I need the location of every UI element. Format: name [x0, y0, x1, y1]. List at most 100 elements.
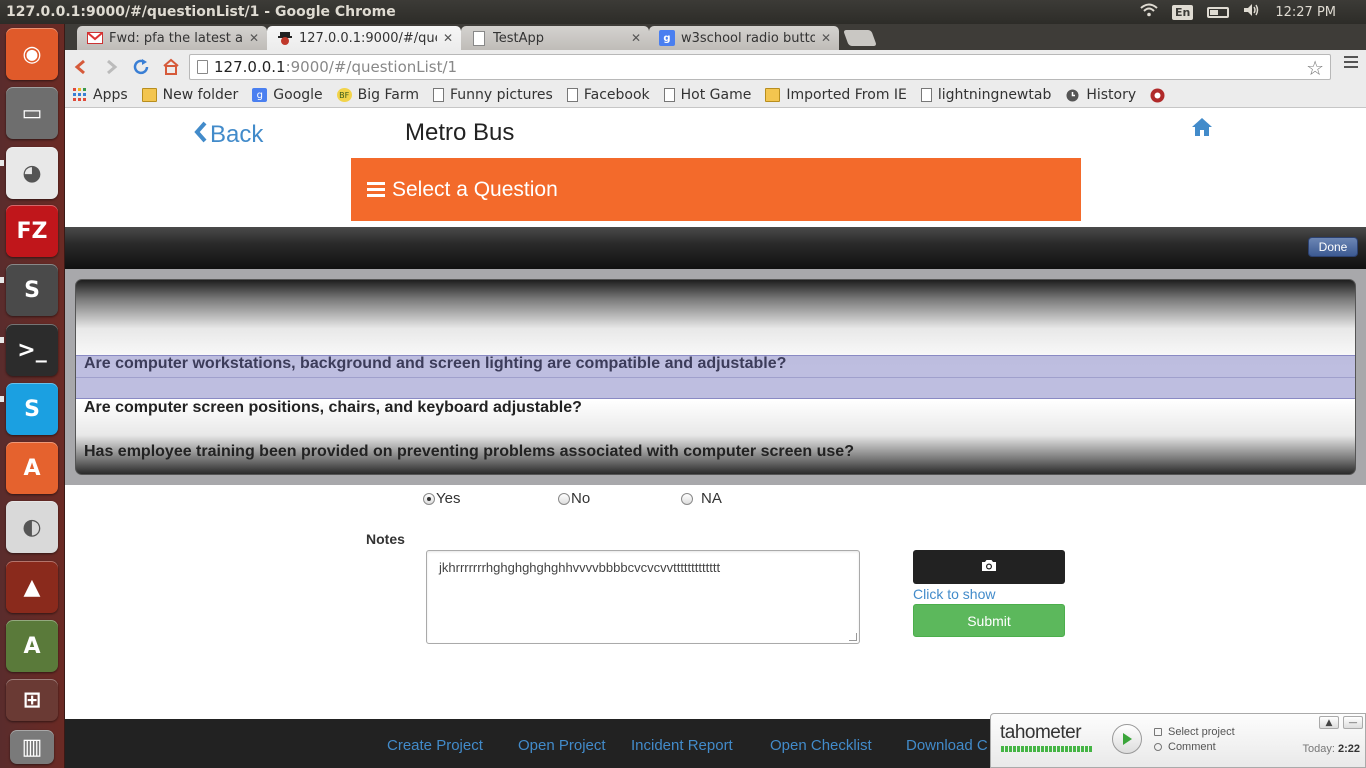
notes-textarea[interactable]: jkhrrrrrrrhghghghghghhvvvvbbbbcvcvcvvttt…	[426, 550, 860, 644]
bookmark-lightningnewtab[interactable]: lightningnewtab	[920, 87, 1052, 103]
clock-icon	[1065, 88, 1080, 102]
done-button[interactable]: Done	[1308, 237, 1358, 257]
camera-button[interactable]	[913, 550, 1065, 584]
chrome-icon[interactable]: ◕	[6, 147, 58, 199]
answer-no[interactable]: No	[558, 490, 590, 507]
close-tab-icon[interactable]: ✕	[249, 31, 259, 45]
browser-toolbar: 127.0.0.1:9000/#/questionList/1 ☆	[65, 50, 1366, 83]
bookmark-apps[interactable]: Apps	[72, 87, 128, 103]
close-tab-icon[interactable]: ✕	[443, 31, 453, 45]
footer-download[interactable]: Download C	[906, 737, 988, 754]
bookmark-imported-from-ie[interactable]: Imported From IE	[765, 87, 907, 103]
tab-current[interactable]: 127.0.0.1:9000/#/que ✕	[267, 26, 461, 50]
page-icon	[663, 88, 675, 102]
address-bar[interactable]: 127.0.0.1:9000/#/questionList/1 ☆	[189, 54, 1331, 80]
back-arrow-icon[interactable]	[67, 53, 95, 81]
ubuntu-dash-icon[interactable]: ◉	[6, 28, 58, 80]
tahometer-widget: tahometer Select project Comment Today: …	[990, 713, 1366, 768]
answer-na[interactable]: NA	[681, 490, 722, 507]
picker-option[interactable]: Are computer screen positions, chairs, a…	[84, 399, 582, 417]
skype-icon[interactable]: S	[6, 383, 58, 435]
select-question-bar[interactable]: Select a Question	[351, 158, 1081, 221]
bookmark-label: Apps	[93, 87, 128, 103]
notes-label: Notes	[366, 531, 405, 547]
clock[interactable]: 12:27 PM	[1275, 5, 1336, 20]
workspace-switcher-icon[interactable]: ⊞	[6, 679, 58, 721]
page-icon	[920, 88, 932, 102]
sublime-text-icon[interactable]: S	[6, 264, 58, 316]
keyboard-layout-indicator[interactable]: En	[1171, 4, 1194, 20]
bookmark-hot-game[interactable]: Hot Game	[663, 87, 751, 103]
bookmark-label: Imported From IE	[786, 87, 907, 103]
battery-icon[interactable]	[1207, 6, 1230, 18]
mysql-workbench-icon[interactable]: ◐	[6, 501, 58, 553]
web-page: Back Metro Bus Select a Question Done Ar…	[65, 109, 1366, 768]
footer-open-checklist[interactable]: Open Checklist	[770, 737, 872, 754]
bookmark-funny-pictures[interactable]: Funny pictures	[433, 87, 553, 103]
new-tab-button[interactable]	[843, 30, 877, 46]
answer-yes[interactable]: Yes	[423, 490, 460, 507]
reload-icon[interactable]	[127, 53, 155, 81]
chevron-left-icon	[194, 119, 208, 150]
terminal-icon[interactable]: >_	[6, 324, 58, 376]
software-center-icon[interactable]: A	[6, 442, 58, 494]
play-button[interactable]	[1112, 724, 1142, 754]
bookmark-label: New folder	[162, 87, 239, 103]
submit-button[interactable]: Submit	[913, 604, 1065, 637]
tab-testapp[interactable]: TestApp ✕	[461, 26, 649, 50]
bookmark-big-farm[interactable]: BF Big Farm	[336, 87, 419, 103]
close-tab-icon[interactable]: ✕	[821, 31, 831, 45]
radio-no[interactable]	[558, 492, 570, 505]
collapse-up-icon[interactable]: ▲	[1319, 716, 1339, 729]
comment-label: Comment	[1168, 741, 1216, 753]
select-project-link[interactable]: Select project	[1154, 726, 1235, 738]
wifi-icon[interactable]	[1140, 3, 1158, 21]
click-to-show-link[interactable]: Click to show	[913, 586, 995, 602]
top-panel: 127.0.0.1:9000/#/questionList/1 - Google…	[0, 0, 1366, 24]
tab-title: w3school radio button	[681, 30, 815, 46]
tab-title: 127.0.0.1:9000/#/que	[299, 30, 437, 46]
picker-wheel[interactable]: Are computer workstations, background an…	[75, 279, 1356, 475]
comment-link[interactable]: Comment	[1154, 741, 1216, 753]
footer-create-project[interactable]: Create Project	[387, 737, 483, 754]
tab-title: TestApp	[493, 30, 544, 46]
home-icon[interactable]	[1191, 117, 1213, 139]
tab-gmail[interactable]: Fwd: pfa the latest ap ✕	[77, 26, 267, 50]
minimize-icon[interactable]: —	[1343, 716, 1363, 729]
bookmark-label: History	[1086, 87, 1137, 103]
back-link[interactable]: Back	[194, 119, 263, 150]
radio-yes[interactable]	[423, 492, 435, 505]
answer-label: NA	[701, 490, 722, 507]
bookmark-star-icon[interactable]: ☆	[1306, 56, 1324, 80]
back-label: Back	[210, 120, 264, 148]
bookmark-google[interactable]: g Google	[252, 87, 323, 103]
trash-icon[interactable]: ▥	[10, 730, 54, 764]
vlc-icon[interactable]: ▲	[6, 561, 58, 613]
close-tab-icon[interactable]: ✕	[631, 31, 641, 45]
home-button-icon[interactable]	[157, 53, 185, 81]
picker-option[interactable]: Has employee training been provided on p…	[84, 443, 854, 461]
chrome-menu-icon[interactable]	[1344, 56, 1358, 71]
resize-grip-icon[interactable]	[849, 633, 857, 641]
bookmark-new-folder[interactable]: New folder	[141, 87, 239, 103]
bookmarks-bar: Apps New folder g Google BF Big Farm Fun…	[65, 83, 1366, 108]
files-icon[interactable]: ▭	[6, 87, 58, 139]
forward-arrow-icon[interactable]	[97, 53, 125, 81]
bookmark-label: lightningnewtab	[937, 87, 1052, 103]
volume-icon[interactable]	[1243, 3, 1261, 21]
page-info-icon[interactable]	[197, 60, 208, 74]
bookmark-history[interactable]: History	[1065, 87, 1136, 103]
footer-incident-report[interactable]: Incident Report	[631, 737, 733, 754]
filezilla-icon[interactable]: FZ	[6, 205, 58, 257]
radio-na[interactable]	[681, 492, 693, 505]
running-indicator	[0, 160, 4, 166]
google-icon: g	[252, 88, 268, 102]
bookmark-extra[interactable]	[1150, 88, 1171, 102]
tab-w3school[interactable]: g w3school radio button ✕	[649, 26, 839, 50]
footer-open-project[interactable]: Open Project	[518, 737, 606, 754]
comment-icon	[1154, 743, 1162, 751]
software-updater-icon[interactable]: A	[6, 620, 58, 672]
picker-option[interactable]: Are computer workstations, background an…	[84, 355, 786, 373]
tab-title: Fwd: pfa the latest ap	[109, 30, 243, 46]
bookmark-facebook[interactable]: Facebook	[566, 87, 650, 103]
